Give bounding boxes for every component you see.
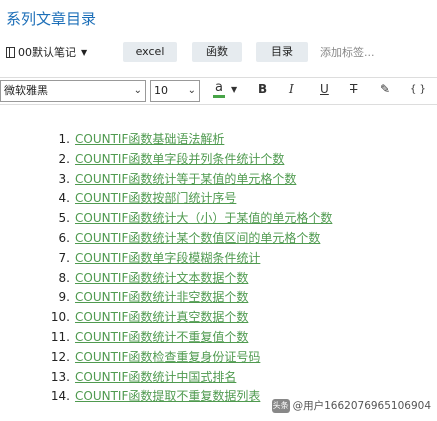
- list-number: 4.: [58, 191, 70, 206]
- page-title: 系列文章目录: [6, 10, 97, 28]
- article-link[interactable]: COUNTIF函数提取不重复数据列表: [75, 387, 260, 405]
- brush-icon[interactable]: ✎: [380, 82, 390, 96]
- format-toolbar: 微软雅黑 ⌄ 10 ⌄ a ▼ B I U T ✎ { }: [0, 77, 437, 105]
- list-number: 10.: [50, 310, 70, 325]
- article-link[interactable]: COUNTIF函数单字段并列条件统计个数: [75, 150, 284, 168]
- list-number: 9.: [58, 290, 70, 305]
- italic-button[interactable]: I: [289, 82, 294, 96]
- article-link[interactable]: COUNTIF函数统计非空数据个数: [75, 288, 248, 306]
- tag-excel[interactable]: excel: [123, 42, 177, 62]
- font-color-dropdown-icon[interactable]: ▼: [231, 85, 237, 94]
- list-number-wrap: 12.: [40, 348, 70, 366]
- font-size-select[interactable]: 10 ⌄: [150, 80, 200, 102]
- list-item: 4. COUNTIF函数按部门统计序号: [0, 189, 437, 207]
- list-number-wrap: 3.: [40, 170, 70, 188]
- list-number-wrap: 5.: [40, 209, 70, 227]
- list-number: 7.: [58, 250, 70, 265]
- font-color-swatch: [213, 95, 225, 98]
- font-color-button[interactable]: a: [212, 80, 226, 98]
- article-link[interactable]: COUNTIF函数统计大（小）于某值的单元格个数: [75, 209, 332, 227]
- tag-function[interactable]: 函数: [192, 42, 242, 62]
- list-item: 13. COUNTIF函数统计中国式排名: [0, 368, 437, 386]
- font-size-value: 10: [154, 84, 168, 97]
- notebook-selector[interactable]: 00默认笔记 ▼: [6, 44, 87, 60]
- notebook-label: 00默认笔记: [18, 46, 76, 59]
- article-link[interactable]: COUNTIF函数基础语法解析: [75, 130, 224, 148]
- code-button[interactable]: { }: [410, 84, 426, 95]
- article-link[interactable]: COUNTIF函数统计中国式排名: [75, 368, 236, 386]
- article-link[interactable]: COUNTIF函数统计不重复值个数: [75, 328, 248, 346]
- article-link[interactable]: COUNTIF函数统计等于某值的单元格个数: [75, 170, 296, 188]
- list-item: 7. COUNTIF函数单字段模糊条件统计: [0, 249, 437, 267]
- list-number-wrap: 2.: [40, 150, 70, 168]
- notebook-icon: [6, 46, 15, 58]
- article-link[interactable]: COUNTIF函数统计真空数据个数: [75, 308, 248, 326]
- list-number-wrap: 9.: [40, 288, 70, 306]
- toutiao-logo: 头条: [271, 398, 290, 413]
- list-item: 10. COUNTIF函数统计真空数据个数: [0, 308, 437, 326]
- list-item: 3. COUNTIF函数统计等于某值的单元格个数: [0, 170, 437, 188]
- list-number-wrap: 1.: [40, 130, 70, 148]
- list-number: 3.: [58, 171, 70, 186]
- list-number-wrap: 14.: [40, 387, 70, 405]
- list-number: 2.: [58, 151, 70, 166]
- list-number-wrap: 13.: [40, 368, 70, 386]
- list-number: 12.: [50, 349, 70, 364]
- list-item: 5. COUNTIF函数统计大（小）于某值的单元格个数: [0, 209, 437, 227]
- article-link[interactable]: COUNTIF函数统计某个数值区间的单元格个数: [75, 229, 320, 247]
- list-item: 6. COUNTIF函数统计某个数值区间的单元格个数: [0, 229, 437, 247]
- chevron-down-icon: ⌄: [133, 85, 142, 96]
- font-family-select[interactable]: 微软雅黑 ⌄: [0, 80, 146, 102]
- list-number-wrap: 8.: [40, 269, 70, 287]
- underline-button[interactable]: U: [320, 82, 329, 96]
- article-link[interactable]: COUNTIF函数单字段模糊条件统计: [75, 249, 260, 267]
- font-color-letter: a: [215, 80, 223, 95]
- bold-button[interactable]: B: [258, 82, 267, 96]
- article-link[interactable]: COUNTIF函数统计文本数据个数: [75, 269, 248, 287]
- list-number: 14.: [50, 389, 70, 404]
- list-number-wrap: 11.: [40, 328, 70, 346]
- list-number: 6.: [58, 231, 70, 245]
- list-number-wrap: 4.: [40, 189, 70, 207]
- add-tag-input[interactable]: 添加标签...: [320, 44, 375, 60]
- article-link[interactable]: COUNTIF函数按部门统计序号: [75, 189, 236, 207]
- list-number: 5.: [58, 211, 70, 226]
- list-number: 8.: [58, 270, 70, 285]
- watermark: 头条 @用户1662076965106904: [271, 398, 431, 413]
- list-item: 8. COUNTIF函数统计文本数据个数: [0, 269, 437, 287]
- list-number: 1.: [58, 132, 70, 146]
- note-toolbar: 00默认笔记 ▼ excel 函数 目录 添加标签...: [0, 40, 437, 66]
- strikethrough-button[interactable]: T: [350, 82, 357, 96]
- list-number-wrap: 7.: [40, 249, 70, 267]
- caret-down-icon: ▼: [81, 47, 88, 57]
- list-number-wrap: 6.: [40, 229, 70, 247]
- list-number: 13.: [50, 369, 70, 384]
- list-item: 12. COUNTIF函数检查重复身份证号码: [0, 348, 437, 366]
- list-item: 2. COUNTIF函数单字段并列条件统计个数: [0, 150, 437, 168]
- list-number-wrap: 10.: [40, 308, 70, 326]
- font-family-value: 微软雅黑: [4, 84, 48, 97]
- article-link[interactable]: COUNTIF函数检查重复身份证号码: [75, 348, 260, 366]
- list-item: 11. COUNTIF函数统计不重复值个数: [0, 328, 437, 346]
- watermark-text: @用户1662076965106904: [292, 400, 431, 412]
- list-item: 1. COUNTIF函数基础语法解析: [0, 130, 437, 148]
- tag-catalog[interactable]: 目录: [256, 42, 308, 62]
- list-item: 9. COUNTIF函数统计非空数据个数: [0, 288, 437, 306]
- chevron-down-icon: ⌄: [187, 85, 196, 96]
- list-number: 11.: [50, 330, 70, 344]
